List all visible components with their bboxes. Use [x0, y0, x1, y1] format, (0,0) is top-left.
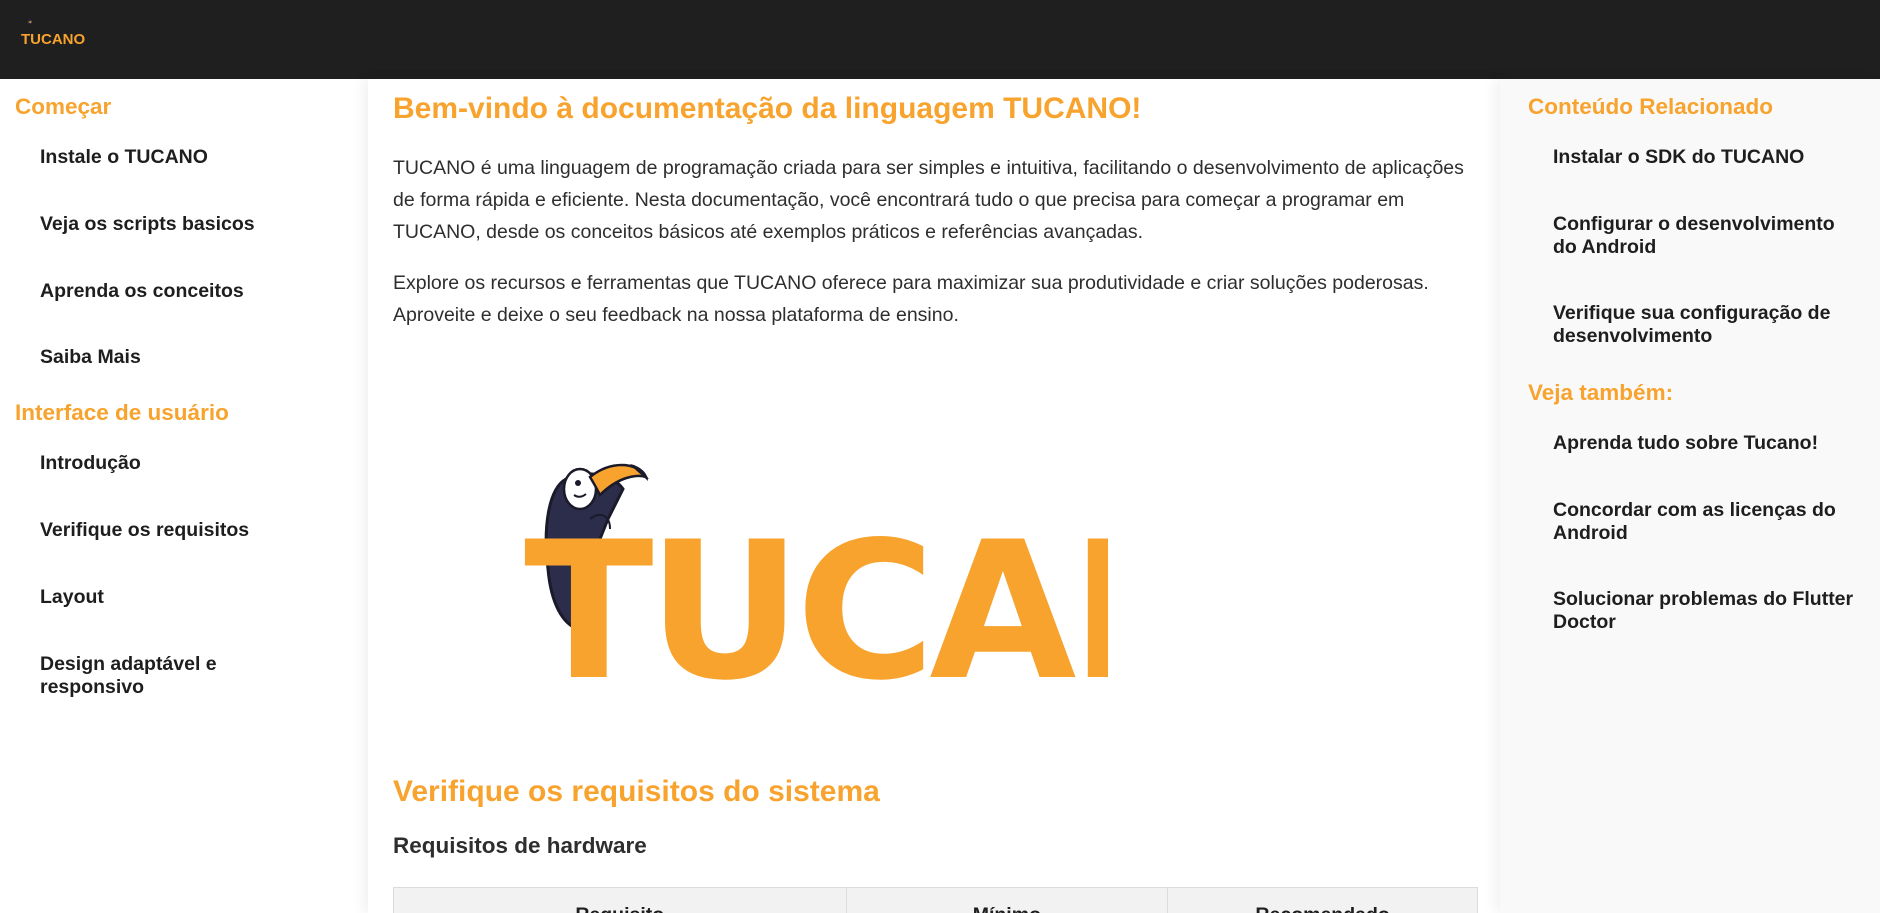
table-header-minimo: Mínimo: [845, 887, 1169, 913]
right-sidebar: Conteúdo Relacionado Instalar o SDK do T…: [1500, 79, 1880, 913]
nav-item-scripts-basicos[interactable]: Veja os scripts basicos: [40, 213, 255, 236]
nav-item-introducao[interactable]: Introdução: [40, 452, 141, 475]
related-link-configuracao[interactable]: Verifique sua configuração de desenvolvi…: [1553, 302, 1863, 348]
explore-paragraph: Explore os recursos e ferramentas que TU…: [393, 272, 1429, 326]
main-content: Bem-vindo à documentação da linguagem TU…: [368, 79, 1500, 913]
nav-item-instale-tucano[interactable]: Instale o TUCANO: [40, 146, 208, 169]
nav-section-interface: Interface de usuário: [15, 400, 229, 425]
see-also-link-tucano[interactable]: Aprenda tudo sobre Tucano!: [1553, 432, 1863, 455]
nav-item-layout[interactable]: Layout: [40, 586, 104, 609]
toucan-eye: [575, 480, 581, 486]
see-also-link-flutter-doctor[interactable]: Solucionar problemas do Flutter Doctor: [1553, 588, 1863, 634]
table-header-requisito: Requisito: [393, 887, 847, 913]
see-also-heading: Veja também:: [1528, 380, 1674, 405]
page-title: Bem-vindo à documentação da linguagem TU…: [393, 92, 1142, 125]
related-link-sdk[interactable]: Instalar o SDK do TUCANO: [1553, 146, 1863, 169]
nav-item-design-adaptavel[interactable]: Design adaptável e responsivo: [40, 653, 300, 699]
related-link-android[interactable]: Configurar o desenvolvimento do Android: [1553, 213, 1863, 259]
hardware-heading: Requisitos de hardware: [393, 833, 647, 858]
requirements-table: Requisito Mínimo Recomendado: [393, 887, 1478, 913]
top-bar: TUCANO: [0, 0, 1880, 79]
nav-item-saiba-mais[interactable]: Saiba Mais: [40, 346, 141, 369]
logo-text: TUCANO: [21, 31, 85, 48]
hero-logo-text: TUCANO: [524, 501, 1108, 709]
requirements-heading: Verifique os requisitos do sistema: [393, 775, 880, 808]
tucano-logo[interactable]: TUCANO: [20, 18, 92, 48]
nav-item-requisitos[interactable]: Verifique os requisitos: [40, 519, 249, 542]
nav-section-comecar: Começar: [15, 94, 112, 119]
nav-item-conceitos[interactable]: Aprenda os conceitos: [40, 280, 244, 303]
left-sidebar: Começar Instale o TUCANO Veja os scripts…: [0, 79, 368, 913]
tucano-hero-logo: TUCANO: [524, 463, 1108, 709]
intro-paragraph: TUCANO é uma linguagem de programação cr…: [393, 157, 1464, 243]
table-header-row: Requisito Mínimo Recomendado: [393, 887, 1478, 913]
see-also-link-licencas[interactable]: Concordar com as licenças do Android: [1553, 499, 1863, 545]
related-content-heading: Conteúdo Relacionado: [1528, 94, 1774, 119]
table-header-recomendado: Recomendado: [1167, 887, 1478, 913]
